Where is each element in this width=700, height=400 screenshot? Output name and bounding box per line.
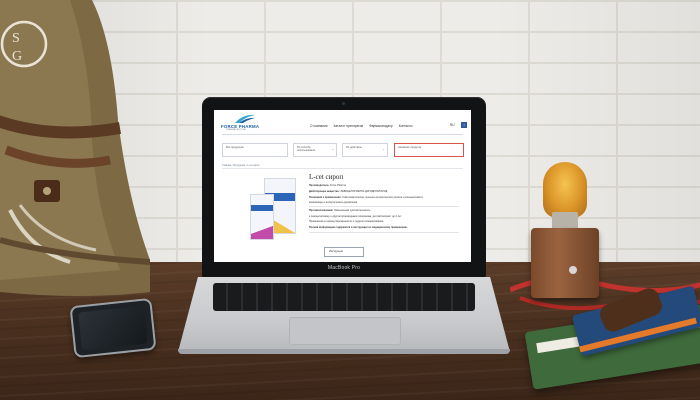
site-header: FORCE PHARMA PHARMACEUTICAL О компании К… [214,110,471,134]
nav-item-contacts[interactable]: Контакты [399,124,413,128]
product-active-substance: Действующее вещество: ЛЕВОЦЕТИРИЗИНА ДИГ… [309,190,388,193]
product-divider [309,232,459,233]
keyboard [213,283,475,311]
lamp-switch-knob [569,266,577,274]
product-package-image [244,176,296,240]
product-name-search[interactable]: Название продукта [394,143,464,157]
site-logo[interactable]: FORCE PHARMA PHARMACEUTICAL [221,114,269,132]
wooden-lamp-base [531,228,599,298]
canvas-backpack: S G [0,0,150,296]
breadcrumb-divider [222,168,463,169]
nav-item-about[interactable]: О компании [310,124,328,128]
catalog-filters: Все продукции По способу использования ⌄… [222,143,464,157]
product-contraindications: Противопоказания: Повышенная чувствитель… [309,209,371,212]
webcam [342,102,345,105]
edison-bulb [543,162,587,218]
product-divider [309,206,459,207]
svg-text:G: G [12,49,22,64]
laptop-screen: FORCE PHARMA PHARMACEUTICAL О компании К… [214,110,471,262]
product-indications-cont: крапивницы и аллергических дерматозов. [309,201,358,204]
facebook-icon[interactable]: f [461,122,467,128]
product-title: L-cet сироп [309,173,344,181]
filter-by-usage[interactable]: По способу использования ⌄ [293,143,337,157]
filter-label: По действию [346,146,362,149]
main-nav: О компании Каталог препаратов Фармаконад… [310,124,413,128]
filter-by-action[interactable]: По действию ⌄ [342,143,388,157]
nav-item-pharmacovigilance[interactable]: Фармаконадзор [369,124,393,128]
filter-label: Все продукции [226,146,244,149]
nav-item-catalog[interactable]: Каталог препаратов [334,124,364,128]
product-manufacturer: Производитель: Force Pharma [309,184,346,187]
product-pregnancy-note: Применение в период беременности и грудн… [309,220,384,223]
filter-label: По способу использования [297,146,316,153]
breadcrumb[interactable]: Главная / Продукция / L-cet сироп [222,164,260,167]
logo-subtitle: PHARMACEUTICAL [226,129,247,131]
laptop-model-label: MacBook Pro [327,265,361,271]
logo-swoosh-icon [235,114,255,123]
chevron-down-icon: ⌄ [382,147,385,151]
instructions-button[interactable]: Инструкция [324,247,364,257]
language-switcher[interactable]: RU [450,123,455,127]
svg-text:S: S [12,31,20,46]
smartphone [69,297,157,359]
product-indications: Показания к применению: Симптоматическое… [309,196,424,199]
filter-all-products[interactable]: Все продукции [222,143,288,157]
header-divider [222,134,463,135]
chevron-down-icon: ⌄ [331,147,334,151]
package-box-front [250,194,274,240]
search-placeholder: Название продукта [398,146,422,149]
product-contraindications-cont: к левоцетиризину, к другим производным п… [309,215,402,218]
instructions-button-label: Инструкция [329,250,343,253]
laptop-front-edge [178,349,510,354]
trackpad [289,317,401,345]
product-full-info-note: Полная информация содержится в инструкци… [309,226,408,229]
